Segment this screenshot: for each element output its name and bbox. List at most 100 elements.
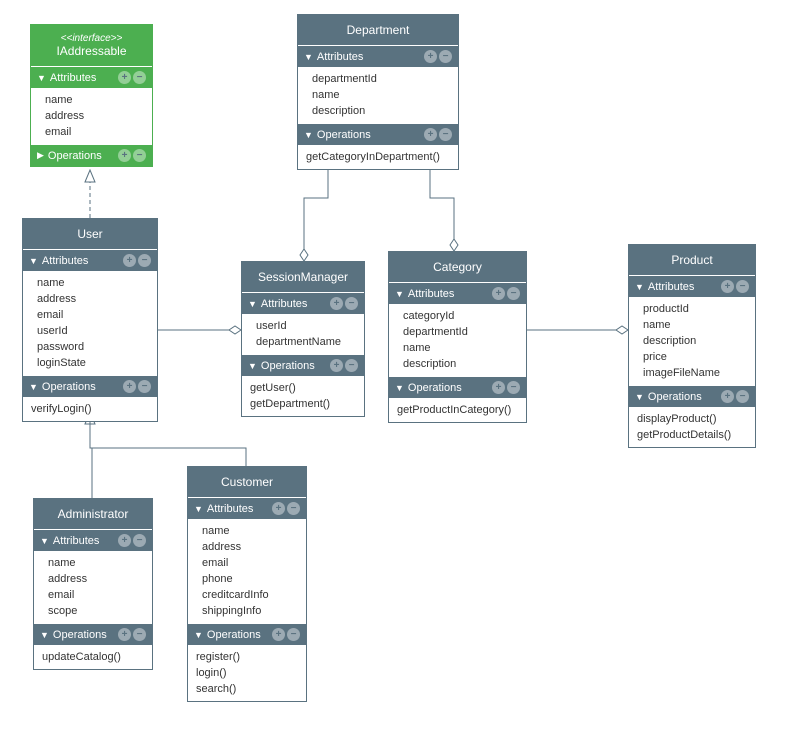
operations-header[interactable]: ▼Operations +− bbox=[298, 123, 458, 145]
plus-icon[interactable]: + bbox=[118, 628, 131, 641]
minus-icon[interactable]: − bbox=[133, 71, 146, 84]
operations-header[interactable]: ▼Operations +− bbox=[34, 623, 152, 645]
section-label: Attributes bbox=[408, 288, 454, 300]
chevron-down-icon: ▼ bbox=[29, 256, 38, 266]
minus-icon[interactable]: − bbox=[133, 149, 146, 162]
attribute-item: categoryId bbox=[389, 308, 526, 324]
attributes-header[interactable]: ▼Attributes +− bbox=[31, 66, 152, 88]
operations-header[interactable]: ▼Operations +− bbox=[23, 375, 157, 397]
attribute-item: email bbox=[23, 307, 157, 323]
attribute-item: departmentName bbox=[242, 334, 364, 350]
class-title: Customer bbox=[188, 467, 306, 497]
class-title: Administrator bbox=[34, 499, 152, 529]
attribute-item: creditcardInfo bbox=[188, 587, 306, 603]
class-product[interactable]: Product ▼Attributes +− productId name de… bbox=[628, 244, 756, 448]
stereotype-label: <<interface>> bbox=[35, 33, 148, 44]
attributes-list: name address email bbox=[31, 88, 152, 144]
section-label: Attributes bbox=[42, 255, 88, 267]
operation-item: getUser() bbox=[242, 380, 364, 396]
attributes-list: name address email scope bbox=[34, 551, 152, 623]
section-label: Operations bbox=[42, 381, 96, 393]
operations-header[interactable]: ▼Operations +− bbox=[188, 623, 306, 645]
attributes-header[interactable]: ▼Attributes +− bbox=[242, 292, 364, 314]
plus-icon[interactable]: + bbox=[118, 149, 131, 162]
class-name: IAddressable bbox=[56, 44, 126, 58]
minus-icon[interactable]: − bbox=[345, 297, 358, 310]
operations-header[interactable]: ▼Operations +− bbox=[629, 385, 755, 407]
plus-icon[interactable]: + bbox=[424, 128, 437, 141]
attribute-item: name bbox=[31, 92, 152, 108]
plus-icon[interactable]: + bbox=[330, 297, 343, 310]
minus-icon[interactable]: − bbox=[287, 502, 300, 515]
minus-icon[interactable]: − bbox=[439, 50, 452, 63]
class-user[interactable]: User ▼Attributes +− name address email u… bbox=[22, 218, 158, 422]
operations-list: register() login() search() bbox=[188, 645, 306, 701]
plus-icon[interactable]: + bbox=[492, 287, 505, 300]
section-label: Operations bbox=[48, 150, 102, 162]
class-customer[interactable]: Customer ▼Attributes +− name address ema… bbox=[187, 466, 307, 702]
plus-icon[interactable]: + bbox=[123, 380, 136, 393]
operation-item: displayProduct() bbox=[629, 411, 755, 427]
operation-item: updateCatalog() bbox=[34, 649, 152, 665]
class-administrator[interactable]: Administrator ▼Attributes +− name addres… bbox=[33, 498, 153, 670]
minus-icon[interactable]: − bbox=[736, 280, 749, 293]
operations-list: verifyLogin() bbox=[23, 397, 157, 421]
chevron-down-icon: ▼ bbox=[37, 73, 46, 83]
class-title: User bbox=[23, 219, 157, 249]
attributes-header[interactable]: ▼Attributes +− bbox=[188, 497, 306, 519]
section-label: Operations bbox=[317, 129, 371, 141]
attributes-header[interactable]: ▼Attributes +− bbox=[389, 282, 526, 304]
class-title: <<interface>> IAddressable bbox=[31, 25, 152, 66]
class-iaddressable[interactable]: <<interface>> IAddressable ▼Attributes +… bbox=[30, 24, 153, 167]
class-name: Customer bbox=[221, 475, 273, 489]
plus-icon[interactable]: + bbox=[272, 502, 285, 515]
uml-canvas: { "diagram": { "type": "uml-class-diagra… bbox=[0, 0, 787, 730]
class-name: Category bbox=[433, 260, 482, 274]
attributes-header[interactable]: ▼Attributes +− bbox=[298, 45, 458, 67]
plus-icon[interactable]: + bbox=[330, 359, 343, 372]
attribute-item: description bbox=[629, 333, 755, 349]
section-label: Attributes bbox=[207, 503, 253, 515]
class-sessionmanager[interactable]: SessionManager ▼Attributes +− userId dep… bbox=[241, 261, 365, 417]
minus-icon[interactable]: − bbox=[133, 628, 146, 641]
class-department[interactable]: Department ▼Attributes +− departmentId n… bbox=[297, 14, 459, 170]
operations-list: getUser() getDepartment() bbox=[242, 376, 364, 416]
minus-icon[interactable]: − bbox=[138, 254, 151, 267]
minus-icon[interactable]: − bbox=[345, 359, 358, 372]
minus-icon[interactable]: − bbox=[439, 128, 452, 141]
plus-icon[interactable]: + bbox=[424, 50, 437, 63]
attribute-item: imageFileName bbox=[629, 365, 755, 381]
plus-icon[interactable]: + bbox=[118, 71, 131, 84]
minus-icon[interactable]: − bbox=[133, 534, 146, 547]
attribute-item: phone bbox=[188, 571, 306, 587]
attributes-header[interactable]: ▼Attributes +− bbox=[34, 529, 152, 551]
minus-icon[interactable]: − bbox=[507, 381, 520, 394]
attributes-list: name address email userId password login… bbox=[23, 271, 157, 375]
minus-icon[interactable]: − bbox=[736, 390, 749, 403]
class-category[interactable]: Category ▼Attributes +− categoryId depar… bbox=[388, 251, 527, 423]
attributes-header[interactable]: ▼ Attributes +− bbox=[23, 249, 157, 271]
attribute-item: loginState bbox=[23, 355, 157, 371]
minus-icon[interactable]: − bbox=[138, 380, 151, 393]
plus-icon[interactable]: + bbox=[118, 534, 131, 547]
attributes-list: productId name description price imageFi… bbox=[629, 297, 755, 385]
chevron-down-icon: ▼ bbox=[40, 536, 49, 546]
section-label: Attributes bbox=[648, 281, 694, 293]
operations-header[interactable]: ▼Operations +− bbox=[242, 354, 364, 376]
chevron-down-icon: ▼ bbox=[194, 630, 203, 640]
operation-item: getProductInCategory() bbox=[389, 402, 526, 418]
plus-icon[interactable]: + bbox=[272, 628, 285, 641]
plus-icon[interactable]: + bbox=[721, 390, 734, 403]
plus-icon[interactable]: + bbox=[721, 280, 734, 293]
attribute-item: address bbox=[188, 539, 306, 555]
plus-icon[interactable]: + bbox=[492, 381, 505, 394]
attributes-header[interactable]: ▼Attributes +− bbox=[629, 275, 755, 297]
operations-header[interactable]: ▶Operations +− bbox=[31, 144, 152, 166]
plus-icon[interactable]: + bbox=[123, 254, 136, 267]
operations-list: displayProduct() getProductDetails() bbox=[629, 407, 755, 447]
minus-icon[interactable]: − bbox=[507, 287, 520, 300]
chevron-down-icon: ▼ bbox=[635, 392, 644, 402]
operations-header[interactable]: ▼Operations +− bbox=[389, 376, 526, 398]
attribute-item: name bbox=[298, 87, 458, 103]
minus-icon[interactable]: − bbox=[287, 628, 300, 641]
